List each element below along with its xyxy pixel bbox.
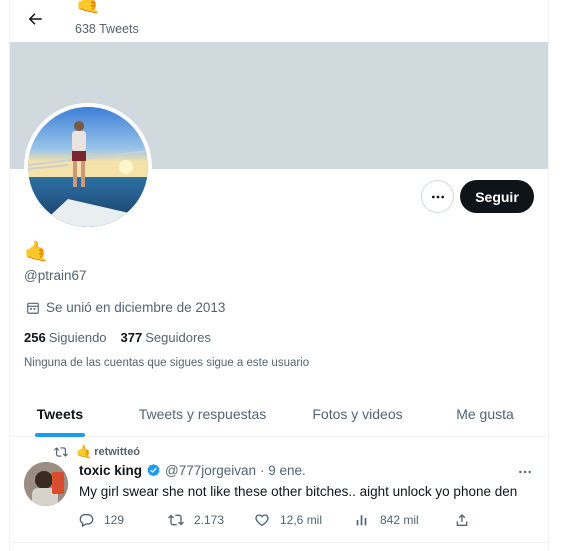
tweet-date[interactable]: · 9 ene. <box>260 463 306 478</box>
verified-badge-icon <box>147 463 160 477</box>
followers-link[interactable]: 377 Seguidores <box>121 330 211 345</box>
calendar-icon <box>27 302 39 314</box>
tweet-author-name[interactable]: toxic king <box>79 463 142 478</box>
back-arrow-icon <box>28 13 42 25</box>
like-icon <box>255 514 269 527</box>
following-label: Siguiendo <box>48 330 107 345</box>
share-icon <box>456 514 468 526</box>
joined-text: Se unió en diciembre de 2013 <box>46 300 226 315</box>
retweeter-emoji: 🤙 <box>76 444 93 459</box>
followers-label: Seguidores <box>145 330 212 345</box>
retweet-context: 🤙 retwitteó <box>54 444 140 460</box>
tab-tweets-and-replies[interactable]: Tweets y respuestas <box>110 390 295 437</box>
tab-photos-and-videos[interactable]: Fotos y videos <box>295 390 420 437</box>
avatar-photo <box>28 107 148 227</box>
tweet-actions: 129 2.173 12,6 mil 842 mil <box>78 512 470 530</box>
tab-tweets[interactable]: Tweets <box>10 390 110 437</box>
views-count: 842 mil <box>380 513 419 527</box>
tab-likes[interactable]: Me gusta <box>420 390 548 437</box>
tweet-text: My girl swear she not like these other b… <box>79 484 518 499</box>
tweet-avatar-photo <box>24 462 68 506</box>
following-count: 256 <box>24 330 46 345</box>
reply-icon <box>79 514 94 528</box>
profile-avatar[interactable] <box>24 103 152 231</box>
more-horizontal-icon <box>519 470 531 474</box>
share-button[interactable] <box>454 512 470 528</box>
retweet-count: 2.173 <box>194 513 225 527</box>
tweet-header: toxic king @777jorgeivan · 9 ene. <box>79 463 306 478</box>
retweet-label: retwitteó <box>94 446 141 458</box>
retweet-icon <box>168 514 184 526</box>
tweet-more-button[interactable] <box>514 464 536 480</box>
views-icon <box>356 515 367 526</box>
like-count: 12,6 mil <box>280 513 323 527</box>
profile-column: 🤙 638 Tweets Seguir 🤙 @ptrain67 Se unió … <box>9 0 549 551</box>
more-horizontal-icon <box>431 195 444 198</box>
retweet-icon <box>54 447 68 457</box>
profile-tabs: Tweets Tweets y respuestas Fotos y video… <box>10 390 548 437</box>
more-options-button[interactable] <box>421 180 454 213</box>
follow-stats: 256 Siguiendo 377 Seguidores <box>24 330 211 345</box>
header-name-emoji: 🤙 <box>76 0 101 15</box>
followers-count: 377 <box>120 330 143 345</box>
tweet-author-avatar[interactable] <box>24 462 68 506</box>
views-button[interactable]: 842 mil <box>354 512 419 528</box>
page: 🤙 638 Tweets Seguir 🤙 @ptrain67 Se unió … <box>0 0 562 551</box>
follow-button[interactable]: Seguir <box>460 180 534 213</box>
profile-name-emoji: 🤙 <box>24 241 49 263</box>
not-followed-note: Ninguna de las cuentas que sigues sigue … <box>24 357 310 369</box>
retweet-button[interactable]: 2.173 <box>168 512 224 528</box>
following-link[interactable]: 256 Siguiendo <box>24 330 107 345</box>
back-button[interactable] <box>22 6 48 32</box>
header-tweet-count: 638 Tweets <box>75 22 139 36</box>
tweet-item[interactable]: 🤙 retwitteó toxic king @777jorgeivan · 9… <box>10 438 548 543</box>
profile-handle: @ptrain67 <box>24 268 87 283</box>
reply-button[interactable]: 129 <box>78 512 124 528</box>
joined-date: Se unió en diciembre de 2013 <box>26 300 225 315</box>
like-button[interactable]: 12,6 mil <box>254 512 322 528</box>
profile-header-bar: 🤙 638 Tweets <box>10 0 548 42</box>
reply-count: 129 <box>104 513 125 527</box>
tweet-author-handle[interactable]: @777jorgeivan <box>165 463 256 478</box>
next-tweet-item[interactable] <box>10 544 548 551</box>
